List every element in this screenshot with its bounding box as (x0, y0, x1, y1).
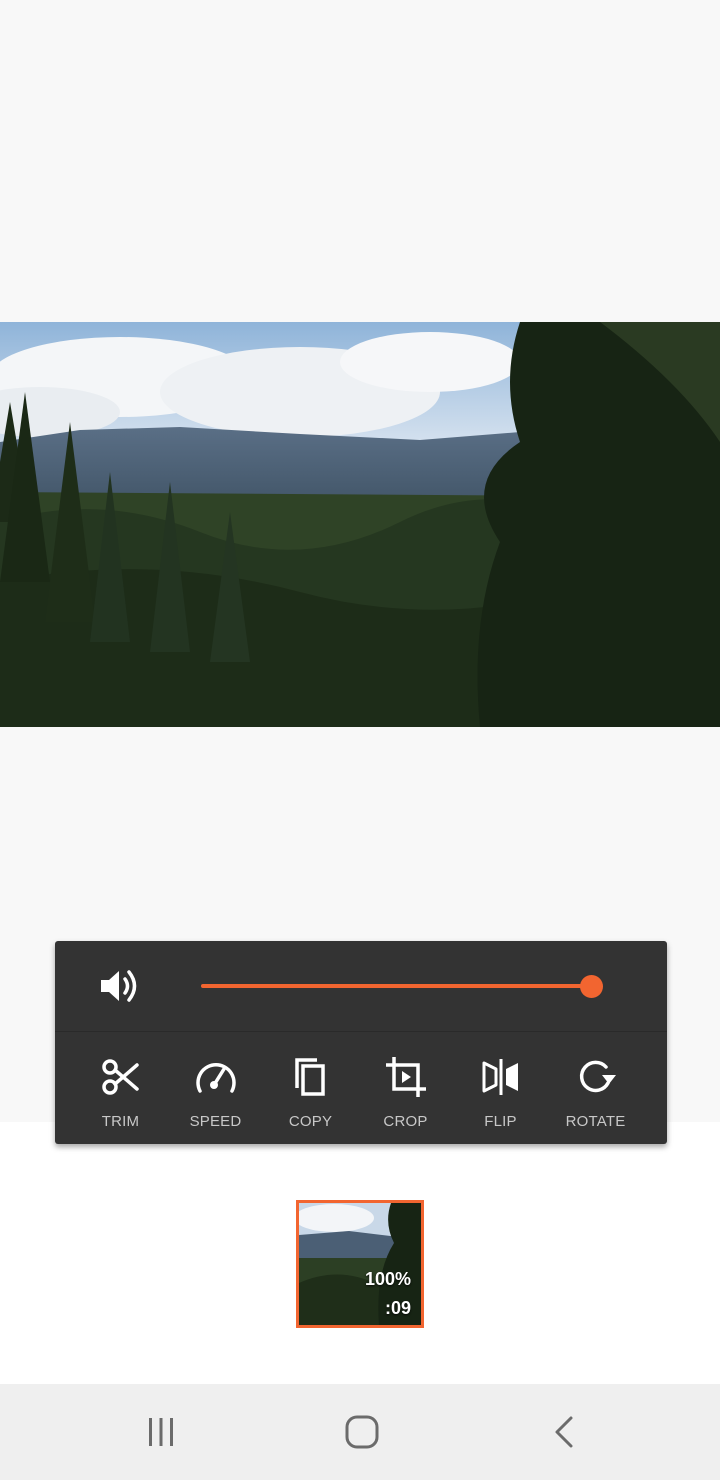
clip-thumbnail[interactable]: 100% :09 (296, 1200, 424, 1328)
tools-row: TRIM SPEED COPY CROP FLIP ROTATE (55, 1032, 667, 1144)
speed-button[interactable]: SPEED (168, 1032, 263, 1144)
volume-icon[interactable] (99, 966, 143, 1006)
tool-label: SPEED (189, 1113, 242, 1130)
tool-label: CROP (383, 1113, 428, 1130)
trim-button[interactable]: TRIM (73, 1032, 168, 1144)
scissors-icon (99, 1055, 143, 1099)
rotate-button[interactable]: ROTATE (548, 1032, 643, 1144)
recent-apps-icon[interactable] (131, 1402, 191, 1462)
rotate-icon (574, 1055, 618, 1099)
home-icon[interactable] (332, 1402, 392, 1462)
tool-label: TRIM (101, 1113, 140, 1130)
back-icon[interactable] (534, 1402, 594, 1462)
copy-icon (289, 1055, 333, 1099)
navigation-bar (0, 1384, 720, 1480)
edit-panel: TRIM SPEED COPY CROP FLIP ROTATE (55, 941, 667, 1144)
volume-row (55, 941, 667, 1032)
tool-label: FLIP (484, 1113, 517, 1130)
volume-slider-thumb[interactable] (580, 975, 603, 998)
crop-icon (384, 1055, 428, 1099)
speedometer-icon (194, 1055, 238, 1099)
crop-button[interactable]: CROP (358, 1032, 453, 1144)
flip-button[interactable]: FLIP (453, 1032, 548, 1144)
video-preview[interactable] (0, 322, 720, 727)
flip-icon (479, 1055, 523, 1099)
tool-label: COPY (288, 1113, 333, 1130)
clip-duration: :09 (384, 1298, 411, 1318)
speed-percent: 100% (364, 1269, 411, 1289)
copy-button[interactable]: COPY (263, 1032, 358, 1144)
volume-slider-track[interactable] (201, 984, 591, 988)
tool-label: ROTATE (565, 1113, 626, 1130)
